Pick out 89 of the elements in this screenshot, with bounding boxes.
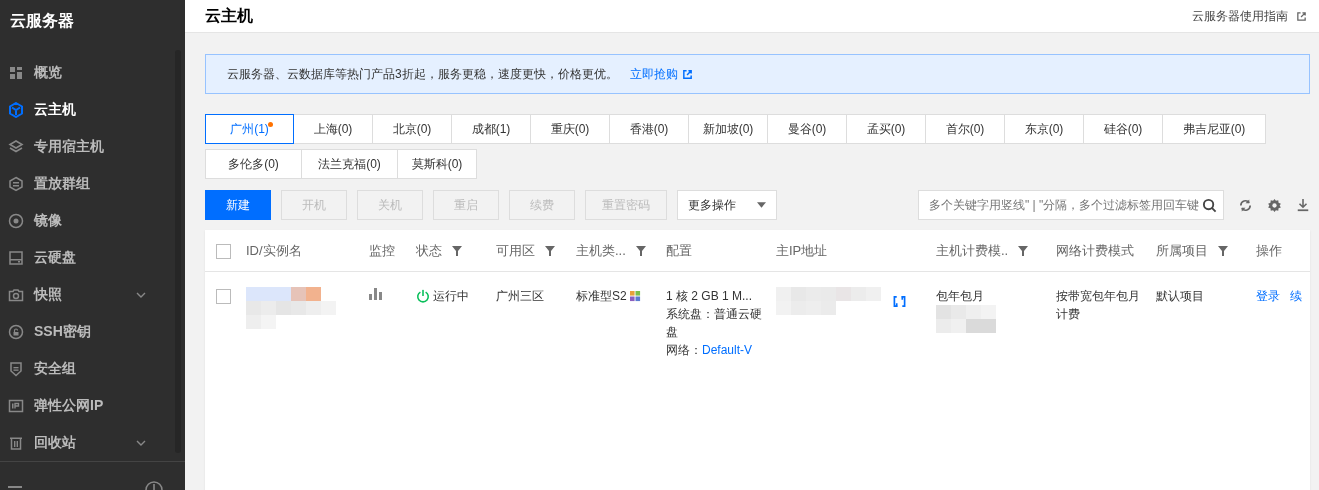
refresh-icon[interactable] [1238,197,1253,213]
config-text: 1 核 2 GB 1 M... [666,288,754,305]
filter-icon[interactable] [452,245,462,256]
table-cell-text: 包年包月 [936,288,985,305]
page-title: 云主机 [205,5,253,26]
region-tab[interactable]: 法兰克福(0) [301,149,398,179]
caret-icon [757,202,766,208]
power-icon [416,289,430,303]
chevron-down-icon [136,439,146,446]
settings-icon[interactable] [1267,197,1282,213]
ip-icon [8,397,24,414]
circle-icon[interactable] [145,481,163,490]
network-text: 网络：Default-V [666,342,754,359]
camera-icon [8,286,24,303]
sidebar-item[interactable]: SSH密钥 [0,313,160,351]
external-link-icon [681,68,693,80]
region-tab[interactable]: 首尔(0) [925,114,1005,144]
table-cell-text: 标准型S2 [576,288,627,305]
lock-icon [8,323,24,340]
shield-icon [8,360,24,377]
column-header: 所属项目 [1156,241,1208,260]
table-cell: 按带宽包年包月计费 [1056,289,1140,321]
column-header: 主IP地址 [776,241,828,260]
drive-icon [8,249,24,266]
search-icon[interactable] [1202,197,1217,213]
filter-icon[interactable] [1218,245,1228,256]
chevron-down-icon [136,291,146,298]
column-header: 主机类... [576,241,626,260]
notice-text: 云服务器、云数据库等热门产品3折起，服务更稳，速度更快，价格更优。 [227,65,618,83]
sidebar-item[interactable]: 置放群组 [0,165,160,203]
search-field[interactable]: 多个关键字用竖线" | "分隔，多个过滤标签用回车键 [918,190,1224,220]
config-text: 系统盘：普通云硬盘 [666,306,763,341]
sidebar-title: 云服务器 [9,11,75,31]
layers-icon [8,138,24,155]
sidebar-item[interactable]: 回收站 [0,424,160,462]
region-tab[interactable]: 成都(1) [451,114,531,144]
column-header: 监控 [369,241,395,260]
create-button[interactable]: 新建 [205,190,271,220]
sidebar-item[interactable]: 镜像 [0,202,160,240]
table-cell: 默认项目 [1156,289,1204,303]
sidebar-item[interactable]: 弹性公网IP [0,387,160,425]
filter-icon[interactable] [545,245,555,256]
column-header: 配置 [666,241,692,260]
status-text: 运行中 [433,288,469,305]
column-header: 状态 [416,241,442,260]
row-checkbox[interactable] [216,289,231,305]
action-link[interactable]: 登录 [1256,287,1280,305]
cube-icon [8,101,24,118]
region-tab[interactable]: 重庆(0) [530,114,610,144]
sidebar-item[interactable]: 专用宿主机 [0,128,160,166]
sidebar-item[interactable]: 云硬盘 [0,239,160,277]
region-tab[interactable]: 新加坡(0) [688,114,768,144]
column-header: 操作 [1256,241,1282,260]
region-tab[interactable]: 曼谷(0) [767,114,847,144]
table-cell: 广州三区 [496,289,544,303]
grid-icon [8,64,24,81]
promo-link[interactable]: 立即抢购 [629,65,678,83]
region-tab[interactable]: 孟买(0) [846,114,926,144]
region-tab[interactable]: 多伦多(0) [205,149,302,179]
region-tab[interactable]: 硅谷(0) [1083,114,1163,144]
guide-link[interactable]: 云服务器使用指南 [1192,7,1307,25]
hexagon-icon [8,175,24,192]
filter-icon[interactable] [635,245,646,256]
bar-chart-icon[interactable] [369,288,383,300]
download-icon[interactable] [1296,198,1310,212]
network-link[interactable]: Default-V [702,343,753,357]
disc-icon [8,212,24,229]
external-link-icon [1296,10,1307,22]
region-tab[interactable]: 莫斯科(0) [397,149,477,179]
column-header: 主机计费模.. [936,241,1009,260]
sidebar-item[interactable]: 云主机 [0,91,160,129]
select-all-checkbox[interactable] [216,243,231,259]
blurred-text [936,305,996,333]
column-header: 网络计费模式 [1056,241,1134,260]
filter-icon[interactable] [1018,245,1029,256]
region-tab[interactable]: 北京(0) [372,114,452,144]
more-actions-dropdown[interactable]: 更多操作 [677,190,777,220]
sidebar-item[interactable]: 快照 [0,276,160,314]
action-link[interactable]: 续 [1290,287,1302,305]
column-header: ID/实例名 [246,241,302,260]
region-tab[interactable]: 东京(0) [1004,114,1084,144]
sidebar-item[interactable]: 安全组 [0,350,160,388]
pinwheel-icon [629,290,641,302]
region-tab[interactable]: 弗吉尼亚(0) [1162,114,1266,144]
column-header: 可用区 [496,241,535,260]
region-tab[interactable]: 香港(0) [609,114,689,144]
region-tab[interactable]: 广州(1) [205,114,294,144]
region-tab[interactable]: 上海(0) [293,114,373,144]
sidebar-item[interactable]: 概览 [0,54,160,92]
